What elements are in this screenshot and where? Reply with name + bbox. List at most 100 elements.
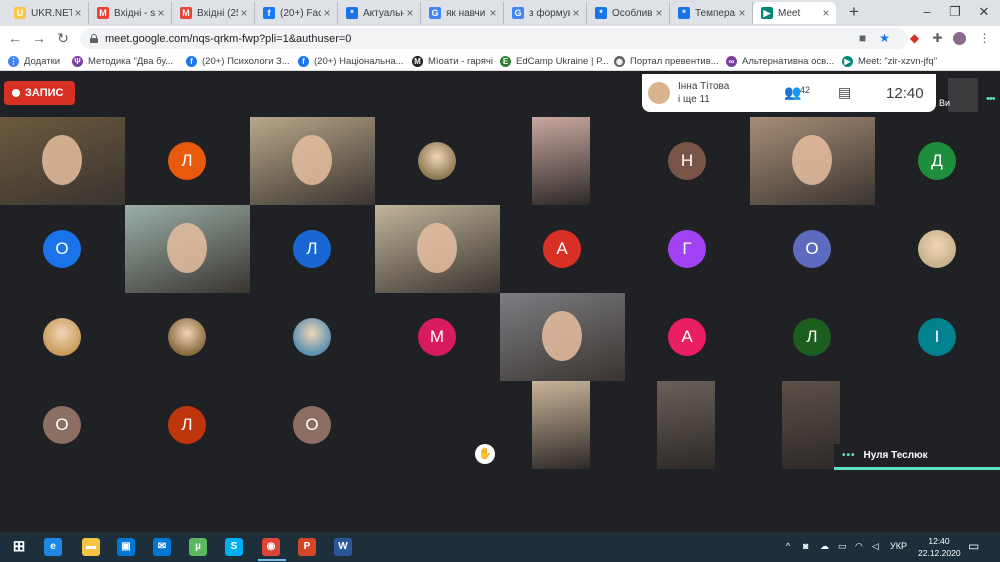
participant-tile[interactable] (875, 205, 1000, 293)
more-options-icon[interactable]: ••• (986, 93, 996, 105)
tab-close-icon[interactable]: × (321, 6, 333, 20)
browser-tab[interactable]: Gяк навчи × (421, 2, 504, 24)
browser-tab[interactable]: M Вхідні - s × (89, 2, 172, 24)
new-tab-button[interactable]: + (845, 3, 863, 21)
participant-tile[interactable]: Н (625, 117, 750, 205)
browser-tab[interactable]: ▶ Meet × (753, 2, 836, 24)
window-close-icon[interactable]: ✕ (975, 4, 993, 20)
participant-tile[interactable] (0, 293, 125, 381)
bookmark-star-icon[interactable]: ★ (878, 32, 891, 45)
bookmark-item[interactable]: ⋮ Додатки (8, 54, 68, 68)
browser-tab[interactable]: Gз формув × (504, 2, 587, 24)
network-icon[interactable]: ▭ (838, 541, 847, 552)
edge-icon[interactable]: e (44, 538, 62, 556)
participant-tile[interactable] (500, 381, 625, 469)
participant-tile[interactable]: А (625, 293, 750, 381)
skype-icon[interactable]: S (225, 538, 243, 556)
participant-tile[interactable] (125, 205, 250, 293)
participant-tile[interactable] (500, 293, 625, 381)
utorrent-icon[interactable]: µ (189, 538, 207, 556)
participant-tile[interactable] (500, 117, 625, 205)
google-icon: G (429, 7, 441, 19)
tab-close-icon[interactable]: × (487, 6, 499, 20)
participant-tile[interactable]: Л (750, 293, 875, 381)
participant-tile[interactable]: Л (125, 381, 250, 469)
volume-icon[interactable]: ◁ (872, 541, 879, 552)
bookmark-icon: M (412, 55, 423, 67)
participant-tile[interactable] (750, 117, 875, 205)
participant-tile[interactable]: Д (875, 117, 1000, 205)
self-view-tile[interactable] (948, 78, 978, 112)
browser-menu-icon[interactable]: ⋮ (978, 32, 991, 45)
notifications-icon[interactable]: ▭ (968, 539, 979, 553)
participant-tile[interactable] (375, 117, 500, 205)
bookmark-item[interactable]: ▶ Meet: "zir-xzvn-jfq" (842, 54, 962, 68)
participant-tile[interactable]: О (750, 205, 875, 293)
tab-close-icon[interactable]: × (820, 6, 832, 20)
cloud-icon[interactable]: ☁ (820, 541, 829, 552)
participant-tile[interactable] (250, 117, 375, 205)
participant-tile[interactable]: М (375, 293, 500, 381)
tray-chevron-icon[interactable]: ^ (786, 541, 790, 551)
word-icon[interactable]: W (334, 538, 352, 556)
bookmark-item[interactable]: E EdCamp Ukraine | Р... (500, 54, 610, 68)
address-bar[interactable]: meet.google.com/nqs-qrkm-fwp?pli=1&authu… (80, 28, 908, 49)
tab-close-icon[interactable]: × (404, 6, 416, 20)
bookmark-item[interactable]: Ψ Методика "Два бу... (72, 54, 182, 68)
tab-close-icon[interactable]: × (570, 6, 582, 20)
profile-avatar[interactable] (953, 32, 966, 45)
browser-tab[interactable]: * Особлив × (587, 2, 670, 24)
back-icon[interactable]: ← (7, 30, 23, 46)
participant-tile[interactable]: А (500, 205, 625, 293)
meet-tray-icon[interactable]: ◙ (803, 541, 808, 551)
restore-icon[interactable]: ❐ (946, 4, 964, 20)
participants-card[interactable]: Інна Тітова і ще 11 (642, 74, 764, 112)
extension-shield-icon[interactable]: ◆ (908, 32, 921, 45)
forward-icon[interactable]: → (31, 30, 47, 46)
tab-close-icon[interactable]: × (653, 6, 665, 20)
bookmark-item[interactable]: f (20+) Психологи З... (186, 54, 294, 68)
bookmark-item[interactable]: M Мїоати - гарячі (412, 54, 498, 68)
bookmark-item[interactable]: ∞ Альтернативна осв... (726, 54, 838, 68)
minimize-icon[interactable]: – (918, 4, 936, 19)
participant-tile[interactable]: Г (625, 205, 750, 293)
store-icon[interactable]: ▣ (117, 538, 135, 556)
tab-close-icon[interactable]: × (155, 6, 167, 20)
participant-tile[interactable] (375, 205, 500, 293)
chat-icon[interactable]: ▤ (838, 84, 851, 101)
recording-badge[interactable]: ЗАПИС (4, 81, 75, 105)
camera-icon[interactable]: ■ (856, 32, 869, 45)
participant-tile[interactable]: О (0, 205, 125, 293)
browser-tab[interactable]: * Актуальн × (338, 2, 421, 24)
browser-tab[interactable]: f (20+) Face× (255, 2, 338, 24)
browser-tab[interactable]: * Темпера × (670, 2, 753, 24)
extensions-icon[interactable]: ✚ (931, 32, 944, 45)
chrome-icon[interactable]: ◉ (262, 538, 280, 556)
tab-close-icon[interactable]: × (238, 6, 250, 20)
bookmark-item[interactable]: ◉ Портал превентив... (614, 54, 722, 68)
browser-tab[interactable]: M Вхідні (25 × (172, 2, 255, 24)
participant-tile[interactable]: О (250, 381, 375, 469)
powerpoint-icon[interactable]: P (298, 538, 316, 556)
participant-tile[interactable] (125, 293, 250, 381)
participant-tile[interactable] (0, 117, 125, 205)
system-clock[interactable]: 12:40 22.12.2020 (918, 535, 961, 559)
participant-tile[interactable] (250, 293, 375, 381)
browser-tab[interactable]: U UKR.NET × (6, 2, 89, 24)
reload-icon[interactable]: ↻ (55, 30, 71, 46)
participant-tile[interactable]: О (0, 381, 125, 469)
mail-icon[interactable]: ✉ (153, 538, 171, 556)
language-indicator[interactable]: УКР (890, 541, 907, 551)
tab-close-icon[interactable]: × (72, 6, 84, 20)
participant-tile[interactable]: Л (125, 117, 250, 205)
tab-close-icon[interactable]: × (736, 6, 748, 20)
people-icon[interactable]: 👥 (784, 84, 801, 101)
wifi-icon[interactable]: ◠ (855, 541, 863, 552)
start-icon[interactable]: ⊞ (10, 538, 28, 556)
bookmark-item[interactable]: f (20+) Національна... (298, 54, 408, 68)
participant-tile[interactable] (625, 381, 750, 469)
file-explorer-icon[interactable]: ▬ (82, 538, 100, 556)
participant-tile[interactable]: І (875, 293, 1000, 381)
participant-tile[interactable]: Л (250, 205, 375, 293)
bookmarks-bar: ⋮ Додатки Ψ Методика "Два бу... f (20+) Психо… (0, 51, 1000, 71)
